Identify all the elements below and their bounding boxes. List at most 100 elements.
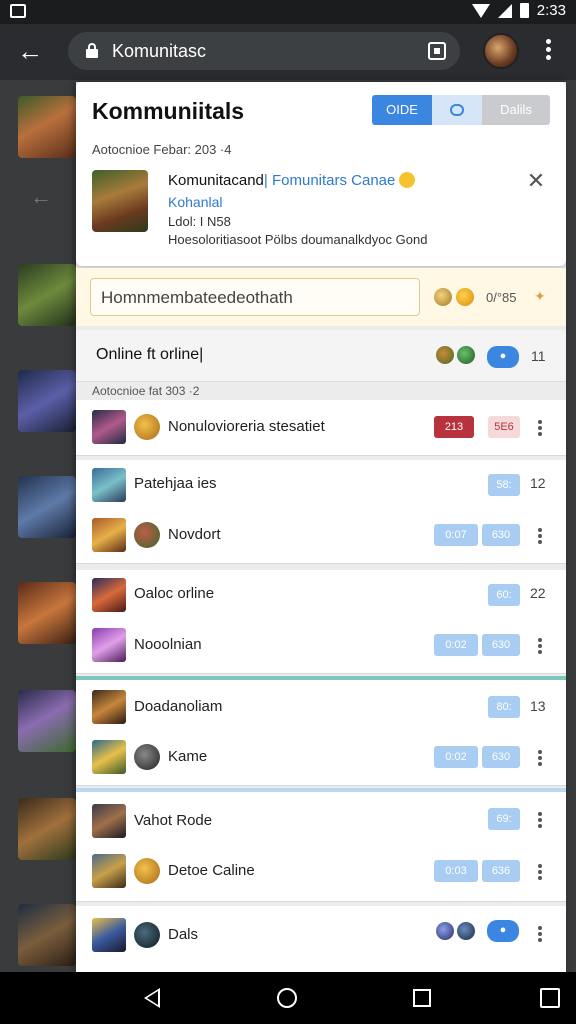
more-vert-icon[interactable]: [535, 748, 545, 768]
community-panel: Kommuniitals OIDE Dalils Aotocnioe Febar…: [76, 82, 566, 972]
list-item-title[interactable]: Kame: [168, 748, 207, 765]
game-icon: [92, 468, 126, 502]
more-vert-icon[interactable]: [535, 862, 545, 882]
chat-icon: [450, 104, 464, 116]
nav-recents-icon[interactable]: [413, 989, 431, 1007]
badge-blue: 630: [482, 746, 520, 768]
page-title: Kommuniitals: [92, 98, 245, 124]
background-thumb: [18, 904, 76, 966]
row-count: 22: [530, 585, 546, 601]
badge-blue: 69:: [488, 808, 520, 830]
badge-blue: 630: [482, 524, 520, 546]
smile-emoji-icon: [399, 172, 416, 188]
browser-toolbar: ← Komunitasc: [0, 24, 576, 80]
close-icon[interactable]: ✕: [524, 170, 548, 194]
game-icon: [92, 628, 126, 662]
game-icon: [92, 518, 126, 552]
tabs-icon[interactable]: [428, 42, 446, 60]
more-vert-icon[interactable]: [535, 526, 545, 546]
background-thumb: [18, 690, 76, 752]
clock: 2:33: [536, 2, 566, 19]
game-icon: [92, 804, 126, 838]
arrow-left-icon: ←: [30, 184, 52, 209]
list-group: Doadanoliam 80: 13 Kame 0:02 630: [76, 680, 566, 786]
badge-pink: 5E6: [488, 416, 520, 438]
image-notification-icon: [10, 4, 26, 18]
keyboard-icon[interactable]: [540, 988, 560, 1008]
more-vert-icon[interactable]: [535, 810, 545, 830]
url-text: Komunitasc: [112, 41, 207, 61]
list-item-title[interactable]: Nonulovioreria stesatiet: [168, 418, 325, 435]
background-thumb: [18, 264, 76, 326]
background-thumb: [18, 370, 76, 432]
online-count: 11: [531, 348, 546, 364]
game-description: Hoesoloritiasoot Pölbs doumanalkdyoc Gon…: [168, 232, 428, 247]
badge-blue: 0:02: [434, 634, 478, 656]
more-vert-icon[interactable]: [540, 36, 556, 66]
list-group: Patehjaa ies 58: 12 Novdort 0:07 630: [76, 460, 566, 564]
reaction-icon[interactable]: [434, 288, 452, 306]
game-icon: [92, 854, 126, 888]
game-title-link[interactable]: | Fomunitars Canae: [264, 172, 395, 189]
online-header: Online ft orline| ● 11: [76, 330, 566, 382]
battery-icon: [519, 3, 529, 18]
list-item-title[interactable]: Patehjaa ies: [134, 475, 217, 492]
avatar: [134, 858, 160, 884]
list-item-title[interactable]: Vahot Rode: [134, 812, 212, 829]
nav-back-icon[interactable]: [144, 988, 160, 1008]
system-nav-bar: [0, 972, 576, 1024]
badge-red: 213: [434, 416, 474, 438]
star-icon[interactable]: ✦: [534, 288, 546, 305]
signal-icon: [497, 3, 512, 18]
list-item-title[interactable]: Detoe Caline: [168, 862, 255, 879]
list-item-title[interactable]: Novdort: [168, 526, 221, 543]
user-avatar-icon: [436, 922, 454, 940]
more-vert-icon[interactable]: [535, 636, 545, 656]
more-vert-icon[interactable]: [535, 418, 545, 438]
badge-blue: 58:: [488, 474, 520, 496]
section-meta: Aotocnioe fat 303 ·2: [92, 384, 200, 398]
background-thumb: [18, 476, 76, 538]
game-icon: [92, 578, 126, 612]
segment-oide[interactable]: OIDE: [372, 95, 432, 125]
address-bar[interactable]: Komunitasc: [68, 32, 460, 70]
segment-chat[interactable]: [432, 95, 482, 125]
search-input[interactable]: Homnmembateedeothath: [101, 288, 293, 308]
nav-home-icon[interactable]: [277, 988, 297, 1008]
arrow-left-icon[interactable]: ←: [14, 36, 46, 68]
list-group: Vahot Rode 69: Detoe Caline 0:03 636: [76, 792, 566, 902]
segmented-control: OIDE Dalils: [372, 95, 550, 125]
game-subtitle[interactable]: Kohanlal: [168, 194, 223, 210]
user-avatar-icon: [436, 346, 454, 364]
list-item-title[interactable]: Oaloc orline: [134, 585, 214, 602]
game-title-main: Komunitacand: [168, 172, 264, 189]
segment-details[interactable]: Dalils: [482, 95, 550, 125]
online-label: Online ft orline|: [96, 346, 204, 363]
lock-icon: [86, 43, 98, 58]
row-count: 12: [530, 475, 546, 491]
search-field[interactable]: Homnmembateedeothath: [90, 278, 420, 316]
status-bar: 2:33: [0, 0, 576, 24]
list-item-title[interactable]: Dals: [168, 926, 198, 943]
user-avatar-icon: [457, 922, 475, 940]
search-count: 0/°85: [486, 290, 517, 305]
background-thumb: [18, 96, 76, 158]
emoji-icon[interactable]: [456, 288, 474, 306]
list-item-title[interactable]: Doadanoliam: [134, 698, 222, 715]
avatar: [134, 744, 160, 770]
avatar: [134, 414, 160, 440]
badge-blue: 0:02: [434, 746, 478, 768]
profile-avatar[interactable]: [483, 33, 519, 69]
game-icon: [92, 740, 126, 774]
more-vert-icon[interactable]: [535, 924, 545, 944]
chat-badge[interactable]: ●: [487, 920, 519, 942]
list-item-title[interactable]: Nooolnian: [134, 636, 202, 653]
meta-line: Aotocnioe Febar: 203 ·4: [92, 142, 232, 157]
list-group: Nonulovioreria stesatiet 213 5E6: [76, 400, 566, 456]
badge-blue: 0:07: [434, 524, 478, 546]
avatar: [134, 922, 160, 948]
chat-badge[interactable]: ●: [487, 346, 519, 368]
background-thumb: [18, 798, 76, 860]
avatar: [134, 522, 160, 548]
badge-blue: 630: [482, 634, 520, 656]
